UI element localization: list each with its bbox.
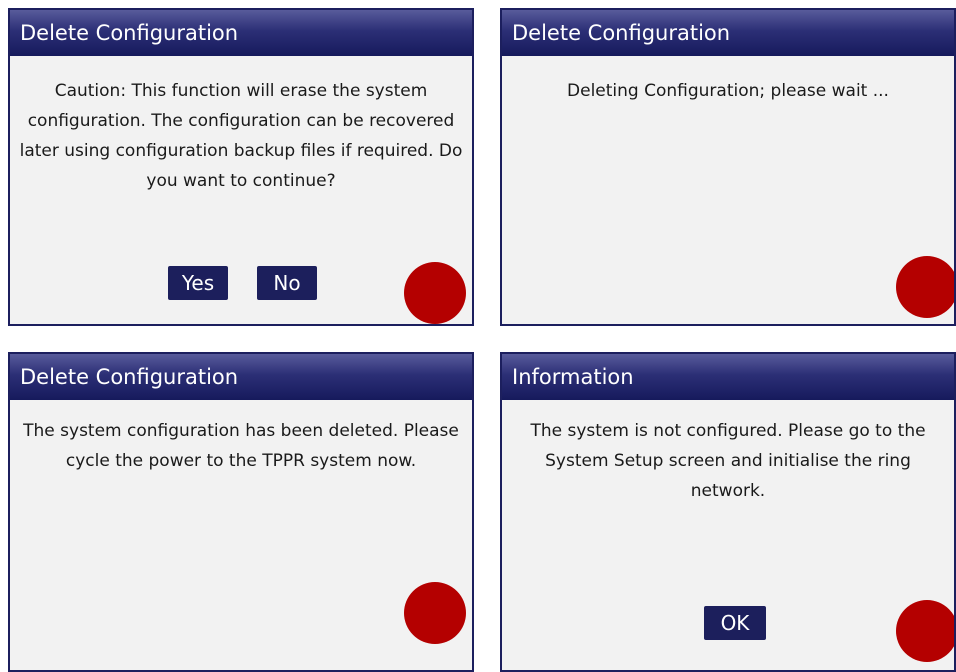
dialog-message: Deleting Configuration; please wait ... xyxy=(567,81,889,101)
no-button[interactable]: No xyxy=(257,266,317,300)
status-indicator xyxy=(896,600,954,662)
status-indicator xyxy=(404,582,466,644)
yes-button[interactable]: Yes xyxy=(168,266,228,300)
dialog-message: The system is not configured. Please go … xyxy=(530,421,926,501)
information-dialog: Information The system is not configured… xyxy=(500,352,956,672)
dialog-message: The system configuration has been delete… xyxy=(23,421,459,471)
deleting-config-dialog: Delete Configuration Deleting Configurat… xyxy=(500,8,956,326)
delete-config-confirm-dialog: Delete Configuration Caution: This funct… xyxy=(8,8,474,326)
dialog-title: Delete Configuration xyxy=(502,10,954,56)
config-deleted-dialog: Delete Configuration The system configur… xyxy=(8,352,474,672)
dialog-title: Delete Configuration xyxy=(10,10,472,56)
status-indicator xyxy=(896,256,954,318)
dialog-message: Caution: This function will erase the sy… xyxy=(19,81,463,191)
ok-button[interactable]: OK xyxy=(704,606,766,640)
dialog-title: Delete Configuration xyxy=(10,354,472,400)
status-indicator xyxy=(404,262,466,324)
dialog-title: Information xyxy=(502,354,954,400)
